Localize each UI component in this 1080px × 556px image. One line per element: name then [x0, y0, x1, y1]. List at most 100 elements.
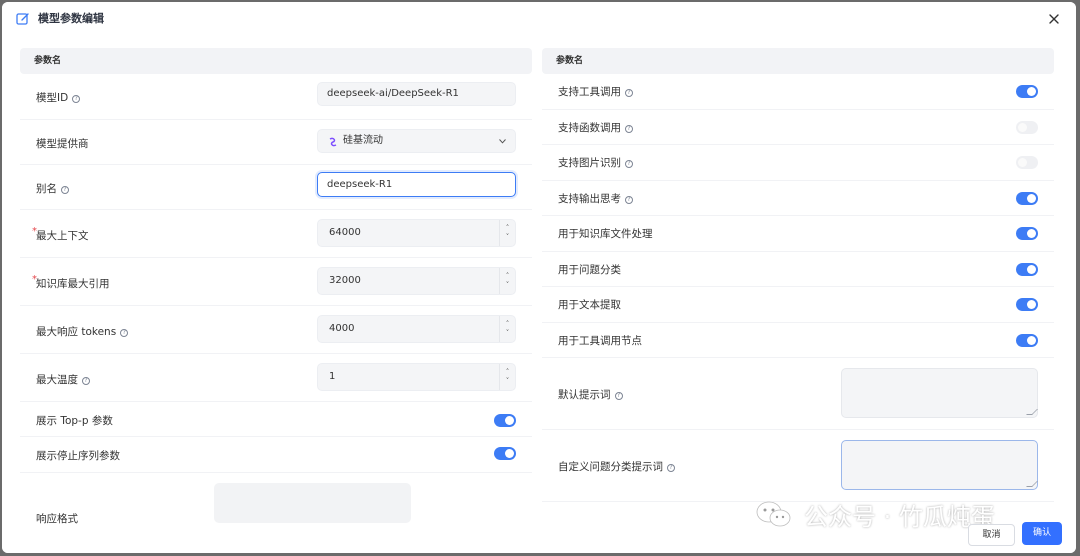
resize-handle-icon[interactable]: [1026, 409, 1038, 415]
model-params-dialog: 模型参数编辑 参数名 模型ID? deepseek-ai/DeepSeek-R1…: [2, 2, 1076, 553]
stepper-arrows[interactable]: ˄ ˅: [499, 268, 515, 294]
help-icon[interactable]: ?: [625, 160, 633, 168]
alias-input[interactable]: deepseek-R1: [317, 172, 516, 197]
dialog-body: 参数名 模型ID? deepseek-ai/DeepSeek-R1 模型提供商 …: [2, 37, 1076, 553]
max-temp-stepper[interactable]: 1 ˄ ˅: [317, 363, 516, 391]
required-mark: *: [32, 226, 37, 237]
stepper-arrows[interactable]: ˄ ˅: [499, 220, 515, 246]
toggle-row: 用于工具调用节点: [542, 323, 1054, 358]
default-prompt-label: 默认提示词: [558, 389, 611, 401]
confirm-button[interactable]: 确认: [1022, 522, 1062, 545]
left-section-header: 参数名: [20, 48, 532, 74]
help-icon[interactable]: ?: [614, 392, 623, 400]
toggle-row: 支持图片识别?: [542, 145, 1054, 181]
watermark-text: 公众号 · 竹瓜炖蛋: [804, 502, 995, 531]
toggle-row: 支持输出思考?: [542, 181, 1054, 216]
close-icon[interactable]: [1046, 11, 1062, 27]
toggle-row-label: 用于问题分类: [558, 263, 621, 276]
capability-toggle[interactable]: [1016, 262, 1038, 276]
row-response-format: 响应格式: [20, 473, 532, 533]
dialog-title: 模型参数编辑: [38, 12, 104, 25]
max-context-stepper[interactable]: 64000 ˄ ˅: [317, 219, 516, 247]
provider-select[interactable]: 硅基流动: [317, 129, 516, 153]
max-temp-label: 最大温度: [36, 374, 78, 386]
show-topp-toggle[interactable]: [494, 414, 516, 427]
row-model-id: 模型ID? deepseek-ai/DeepSeek-R1: [20, 74, 532, 120]
provider-value: 硅基流动: [343, 135, 383, 146]
custom-classify-prompt-textarea[interactable]: [841, 440, 1038, 490]
max-context-value: 64000: [329, 227, 361, 238]
help-icon[interactable]: ?: [82, 377, 90, 385]
capability-toggle[interactable]: [1016, 85, 1038, 98]
help-icon[interactable]: ?: [625, 124, 633, 133]
row-provider: 模型提供商 硅基流动: [20, 120, 532, 165]
default-prompt-textarea[interactable]: [841, 368, 1038, 418]
row-custom-classify-prompt: 自定义问题分类提示词?: [542, 430, 1054, 502]
provider-logo-icon: [329, 137, 337, 147]
resize-handle-icon[interactable]: [1026, 481, 1038, 487]
help-icon[interactable]: ?: [72, 95, 81, 103]
right-section-header: 参数名: [542, 48, 1054, 74]
required-mark: *: [32, 274, 37, 285]
model-id-label: 模型ID: [36, 92, 69, 104]
max-response-label: 最大响应 tokens: [36, 326, 117, 338]
help-icon[interactable]: ?: [667, 464, 675, 472]
toggle-row-label: 支持函数调用: [558, 121, 621, 134]
wechat-logo-icon: [756, 501, 791, 527]
toggle-row-label: 支持图片识别: [558, 157, 621, 169]
capability-toggle[interactable]: [1016, 333, 1038, 347]
cancel-button[interactable]: 取消: [968, 524, 1015, 546]
row-max-context: * 最大上下文 64000 ˄ ˅: [20, 210, 532, 258]
toggle-row: 用于文本提取: [542, 287, 1054, 323]
row-show-stop: 展示停止序列参数: [20, 437, 532, 473]
kb-max-ref-value: 32000: [329, 275, 361, 286]
help-icon[interactable]: ?: [625, 195, 633, 204]
capability-toggle-list: 支持工具调用? 支持函数调用? 支持图片识别? 支持输出思考? 用于知识库文件处理 用于问…: [542, 74, 1054, 358]
kb-max-ref-label: 知识库最大引用: [36, 278, 110, 290]
row-max-temp: 最大温度? 1 ˄ ˅: [20, 354, 532, 402]
toggle-row-label: 用于文本提取: [558, 299, 621, 311]
kb-max-ref-stepper[interactable]: 32000 ˄ ˅: [317, 267, 516, 295]
toggle-row: 用于问题分类: [542, 252, 1054, 287]
max-context-label: 最大上下文: [36, 230, 89, 242]
capability-toggle[interactable]: [1016, 191, 1038, 205]
capability-toggle[interactable]: [1016, 156, 1038, 169]
toggle-row: 用于知识库文件处理: [542, 216, 1054, 252]
help-icon[interactable]: ?: [120, 329, 129, 337]
show-topp-label: 展示 Top-p 参数: [36, 415, 113, 427]
help-icon[interactable]: ?: [625, 89, 633, 97]
stepper-arrows[interactable]: ˄ ˅: [499, 364, 515, 390]
response-format-label: 响应格式: [36, 513, 78, 525]
help-icon[interactable]: ?: [61, 186, 69, 194]
watermark: 公众号 · 竹瓜炖蛋: [754, 496, 995, 532]
row-max-response: 最大响应 tokens? 4000 ˄ ˅: [20, 306, 532, 354]
max-temp-value: 1: [329, 371, 336, 382]
model-id-field[interactable]: deepseek-ai/DeepSeek-R1: [317, 82, 516, 106]
alias-label: 别名: [36, 183, 57, 195]
chevron-down-icon: [499, 139, 506, 144]
max-response-value: 4000: [329, 323, 355, 334]
show-stop-label: 展示停止序列参数: [36, 450, 120, 462]
left-param-column: 参数名 模型ID? deepseek-ai/DeepSeek-R1 模型提供商 …: [20, 48, 532, 533]
stepper-arrows[interactable]: ˄ ˅: [499, 316, 515, 342]
row-alias: 别名? deepseek-R1: [20, 165, 532, 210]
capability-toggle[interactable]: [1016, 227, 1038, 240]
row-default-prompt: 默认提示词?: [542, 358, 1054, 430]
row-kb-max-ref: * 知识库最大引用 32000 ˄ ˅: [20, 258, 532, 306]
toggle-row-label: 支持输出思考: [558, 192, 621, 205]
row-show-topp: 展示 Top-p 参数: [20, 402, 532, 437]
dialog-header: 模型参数编辑: [2, 2, 1076, 37]
capability-toggle[interactable]: [1016, 298, 1038, 311]
max-response-stepper[interactable]: 4000 ˄ ˅: [317, 315, 516, 343]
provider-label: 模型提供商: [36, 138, 89, 150]
response-format-box[interactable]: [214, 483, 411, 523]
toggle-row: 支持工具调用?: [542, 74, 1054, 110]
custom-classify-prompt-label: 自定义问题分类提示词: [558, 461, 663, 473]
toggle-row-label: 用于工具调用节点: [558, 334, 642, 347]
edit-icon: [16, 13, 29, 25]
show-stop-toggle[interactable]: [494, 447, 516, 460]
capability-toggle[interactable]: [1016, 120, 1038, 134]
toggle-row: 支持函数调用?: [542, 110, 1054, 145]
toggle-row-label: 用于知识库文件处理: [558, 228, 653, 240]
right-param-column: 参数名 支持工具调用? 支持函数调用? 支持图片识别? 支持输出思考? 用于知识库文件处…: [542, 48, 1054, 502]
